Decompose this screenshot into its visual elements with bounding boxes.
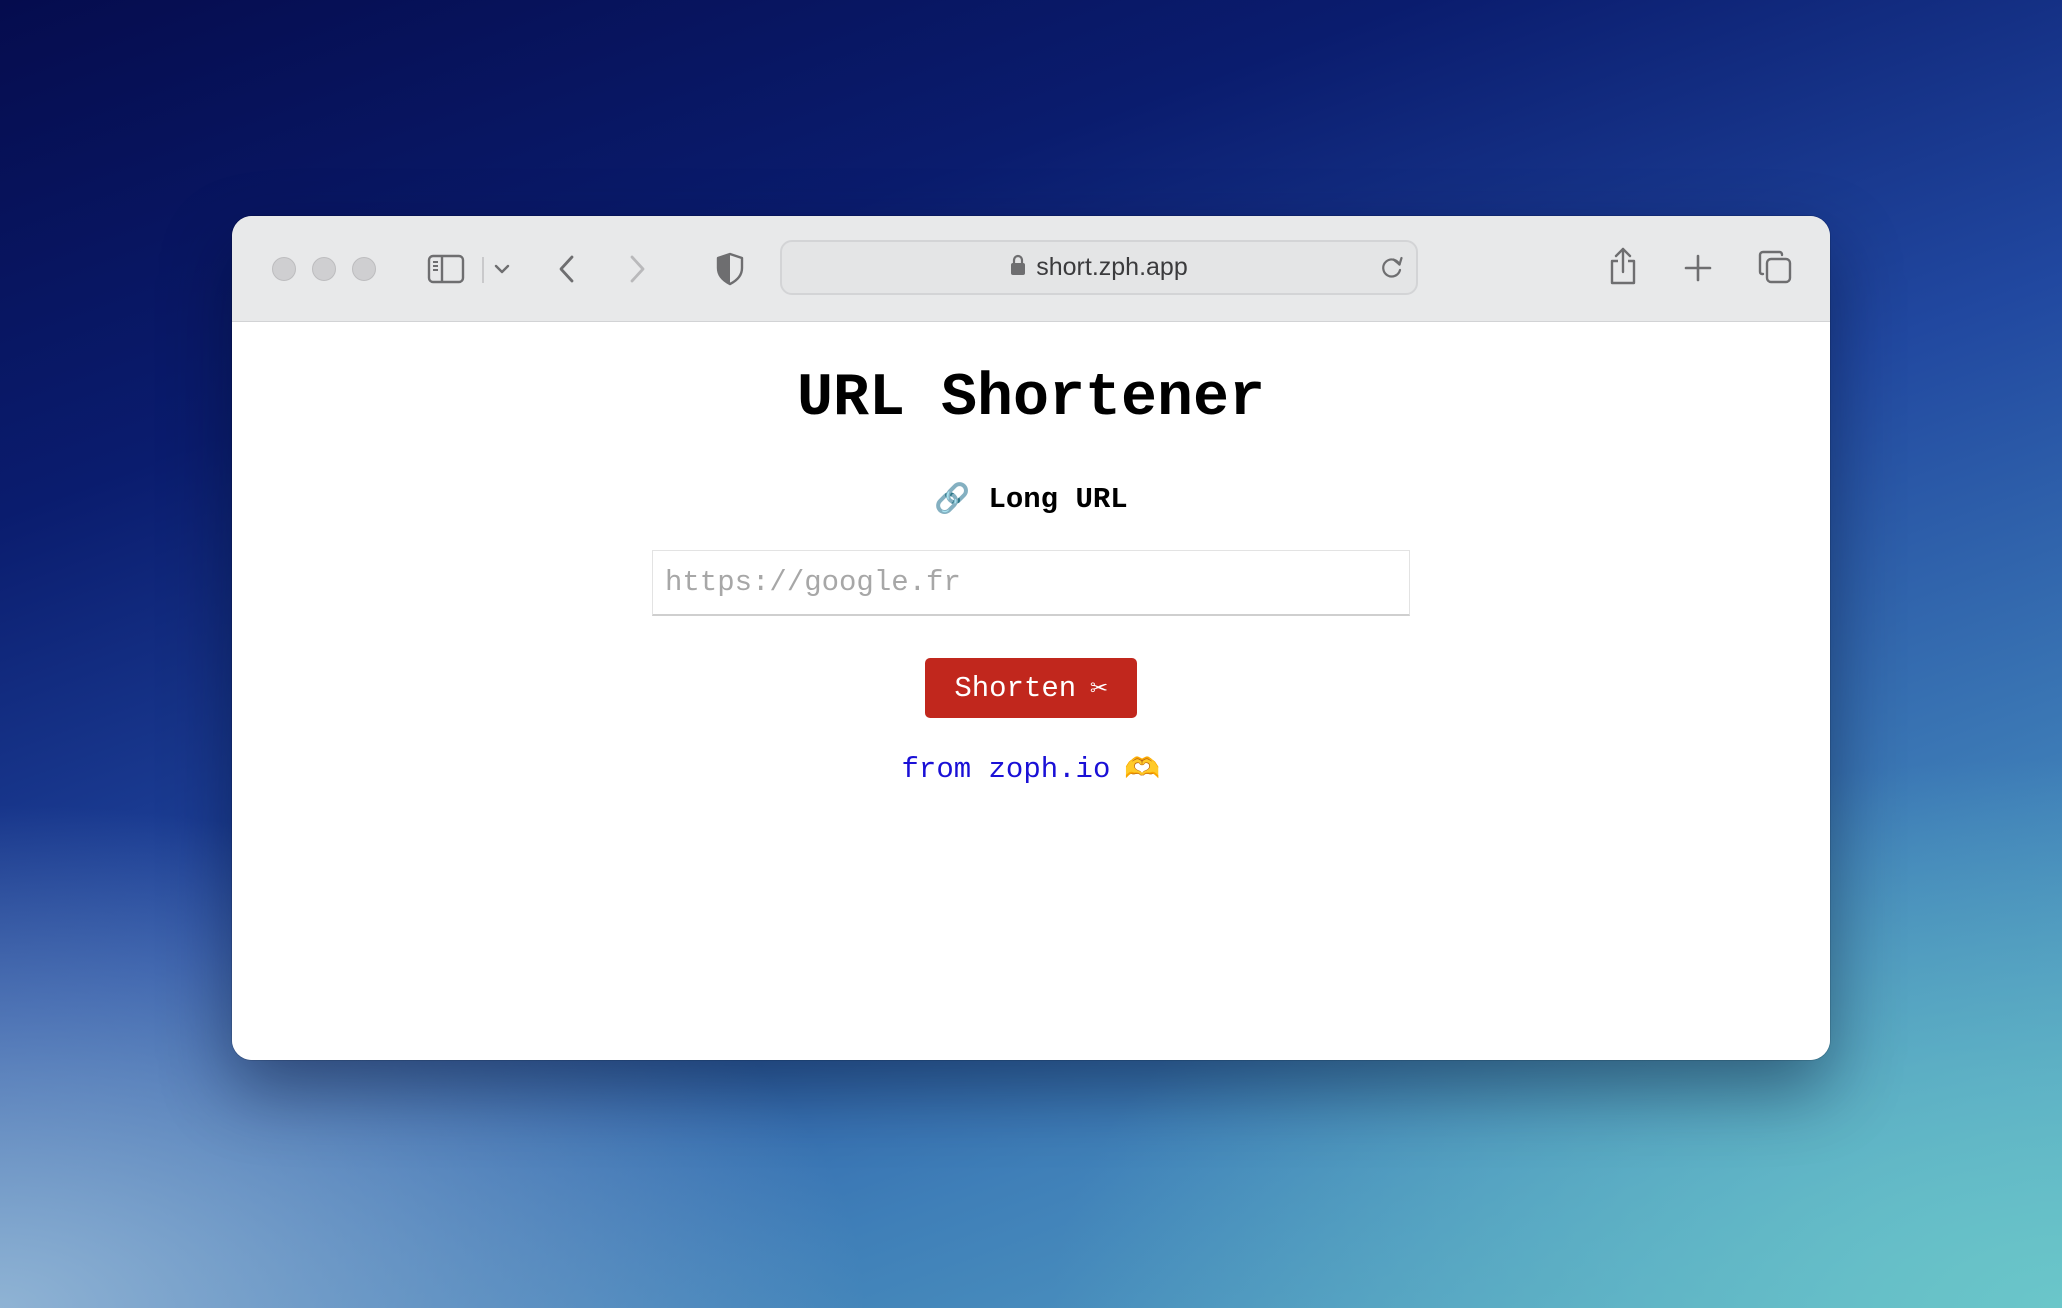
heart-hands-icon: 🫶 — [1124, 754, 1161, 787]
address-text: short.zph.app — [1036, 253, 1188, 281]
page-title: URL Shortener — [796, 365, 1266, 433]
tabs-icon[interactable] — [1756, 248, 1794, 286]
minimize-window-button[interactable] — [312, 257, 336, 281]
long-url-label: 🔗 Long URL — [232, 482, 1830, 517]
shorten-button-label: Shorten — [954, 671, 1077, 705]
zoph-link[interactable]: from zoph.io — [902, 753, 1111, 786]
scissors-icon: ✂ — [1090, 673, 1108, 706]
long-url-input[interactable] — [652, 550, 1410, 616]
browser-toolbar: short.zph.app — [232, 216, 1830, 322]
sidebar-icon[interactable] — [426, 250, 466, 288]
long-url-label-text: Long URL — [988, 483, 1128, 516]
footer: from zoph.io 🫶 — [232, 752, 1830, 787]
shorten-button[interactable]: Shorten ✂ — [925, 658, 1137, 718]
link-icon: 🔗 — [934, 484, 971, 517]
chevron-down-icon[interactable] — [490, 257, 514, 281]
page-content: URL Shortener 🔗 Long URL Shorten ✂ from … — [232, 322, 1830, 1060]
chevron-left-icon[interactable] — [552, 252, 582, 286]
address-bar[interactable]: short.zph.app — [780, 240, 1418, 295]
toolbar-divider — [482, 257, 484, 283]
shield-icon[interactable] — [714, 250, 746, 288]
plus-icon[interactable] — [1682, 252, 1714, 284]
share-icon[interactable] — [1606, 244, 1640, 288]
reload-icon[interactable] — [1378, 254, 1406, 282]
lock-icon — [1010, 254, 1026, 281]
chevron-right-icon[interactable] — [622, 252, 652, 286]
zoom-window-button[interactable] — [352, 257, 376, 281]
browser-window: short.zph.app URL Shortener 🔗 Long URL h… — [232, 216, 1830, 1060]
close-window-button[interactable] — [272, 257, 296, 281]
